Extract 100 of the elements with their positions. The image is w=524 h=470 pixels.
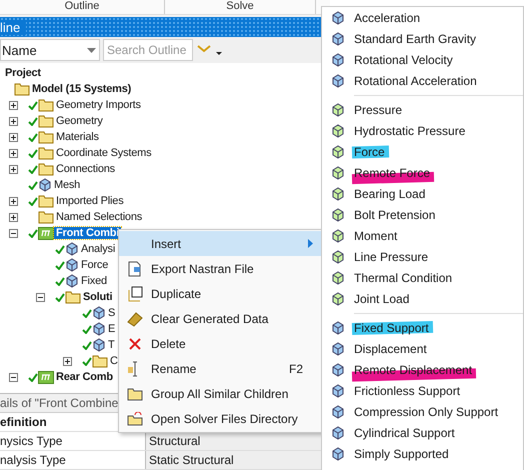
- expand-icon[interactable]: [9, 196, 18, 206]
- folder-icon: [38, 130, 54, 144]
- folder-icon: [14, 82, 30, 96]
- folder-icon: [38, 162, 54, 176]
- expand-icon[interactable]: [9, 132, 18, 142]
- tree-item[interactable]: Mesh: [52, 179, 82, 191]
- cube-icon: [331, 32, 345, 46]
- collapse-icon[interactable]: [36, 292, 45, 302]
- cube-icon: [331, 124, 345, 138]
- cube-icon: [331, 426, 345, 440]
- cube-icon: [331, 250, 345, 264]
- cube-icon: [92, 306, 106, 320]
- tree-item[interactable]: Coordinate Systems: [54, 147, 154, 159]
- tree-item[interactable]: T: [106, 339, 117, 351]
- menu-item[interactable]: Delete: [119, 331, 323, 356]
- tab-label[interactable]: Outline: [64, 0, 100, 14]
- tree-item[interactable]: Force: [79, 259, 110, 271]
- menu-item[interactable]: Displacement: [322, 338, 523, 359]
- check-icon: [28, 228, 38, 238]
- tree-item[interactable]: Connections: [54, 163, 117, 175]
- cube-icon: [331, 102, 345, 116]
- cube-icon: [331, 166, 345, 180]
- folder-icon: [92, 354, 108, 368]
- duplicate-icon: [127, 286, 143, 302]
- cube-icon: [65, 274, 79, 288]
- cube-icon: [331, 292, 345, 306]
- menu-item[interactable]: Clear Generated Data: [119, 306, 323, 331]
- cube-icon: [331, 52, 345, 66]
- folder-icon: [38, 114, 54, 128]
- folder-icon: [65, 290, 81, 304]
- tree-item[interactable]: Geometry: [54, 115, 105, 127]
- menu-item[interactable]: Line Pressure: [322, 246, 523, 267]
- tree-item[interactable]: E: [106, 323, 118, 335]
- property-name: nalysis Type: [0, 452, 67, 469]
- analysis-icon: [38, 226, 54, 240]
- menu-item[interactable]: Force: [322, 141, 523, 162]
- menu-item[interactable]: Pressure: [322, 99, 523, 120]
- cube-icon: [331, 320, 345, 334]
- cube-icon: [65, 258, 79, 272]
- menu-item[interactable]: Acceleration: [322, 7, 523, 28]
- menu-item[interactable]: Fixed Support: [322, 317, 523, 338]
- tree-item[interactable]: Rear Comb: [54, 371, 115, 383]
- menu-item[interactable]: Joint Load: [322, 288, 523, 309]
- collapse-icon[interactable]: [9, 228, 18, 238]
- expand-icon[interactable]: [9, 164, 18, 174]
- menu-item[interactable]: Standard Earth Gravity: [322, 28, 523, 49]
- tree-item[interactable]: Imported Plies: [54, 195, 126, 207]
- cube-icon: [331, 446, 345, 460]
- menu-item[interactable]: Bolt Pretension: [322, 204, 523, 225]
- analysis-icon: [38, 370, 54, 384]
- tree-item[interactable]: Named Selections: [54, 211, 144, 223]
- menu-item[interactable]: Bearing Load: [322, 183, 523, 204]
- menu-item[interactable]: Rotational Acceleration: [322, 70, 523, 91]
- menu-item[interactable]: Export Nastran File: [119, 256, 323, 281]
- folder-icon: [38, 146, 54, 160]
- tree-item[interactable]: Fixed: [79, 275, 109, 287]
- cube-icon: [331, 228, 345, 242]
- menu-item[interactable]: Rename F2: [119, 356, 323, 381]
- panel-title: line: [0, 20, 26, 34]
- folder-icon: [127, 386, 143, 400]
- cube-icon: [331, 74, 345, 88]
- check-icon: [28, 372, 38, 382]
- menu-item[interactable]: Thermal Condition: [322, 267, 523, 288]
- tree-item[interactable]: Analysi: [79, 243, 118, 255]
- cube-icon: [331, 362, 345, 376]
- cube-icon: [331, 10, 345, 24]
- expand-icon[interactable]: [9, 212, 18, 222]
- tree-item[interactable]: Project: [3, 67, 43, 79]
- cube-icon: [331, 186, 345, 200]
- tree-item[interactable]: Geometry Imports: [54, 99, 143, 111]
- cube-icon: [331, 342, 345, 356]
- folder-icon: [38, 194, 54, 208]
- search-field[interactable]: Search Outline: [103, 39, 193, 61]
- expand-icon[interactable]: [9, 148, 18, 158]
- expand-icon[interactable]: [9, 116, 18, 126]
- eraser-icon: [127, 310, 143, 326]
- property-name: nysics Type: [0, 433, 64, 450]
- tree-item[interactable]: Model (15 Systems): [30, 83, 134, 95]
- delete-icon: [128, 336, 142, 350]
- folder-icon: [38, 98, 54, 112]
- tab-label[interactable]: Solve: [226, 0, 254, 14]
- expand-icon[interactable]: [63, 356, 72, 366]
- tree-item[interactable]: C: [108, 355, 120, 367]
- collapse-icon[interactable]: [9, 372, 18, 382]
- cube-icon: [331, 384, 345, 398]
- cube-icon: [65, 242, 79, 256]
- cube-icon: [92, 322, 106, 336]
- menu-item[interactable]: Hydrostatic Pressure: [322, 120, 523, 141]
- menu-item[interactable]: Insert: [119, 231, 323, 256]
- menu-item[interactable]: Rotational Velocity: [322, 49, 523, 70]
- filter-dropdown[interactable]: Name: [0, 39, 100, 61]
- expand-icon[interactable]: [9, 100, 18, 110]
- shortcut-label: F2: [288, 362, 304, 376]
- menu-item[interactable]: Moment: [322, 225, 523, 246]
- menu-item[interactable]: Duplicate: [119, 281, 323, 306]
- cube-icon: [331, 404, 345, 418]
- cube-icon: [331, 270, 345, 284]
- tree-item[interactable]: Soluti: [81, 291, 114, 303]
- tree-item[interactable]: S: [106, 307, 118, 319]
- tree-item[interactable]: Materials: [54, 131, 101, 143]
